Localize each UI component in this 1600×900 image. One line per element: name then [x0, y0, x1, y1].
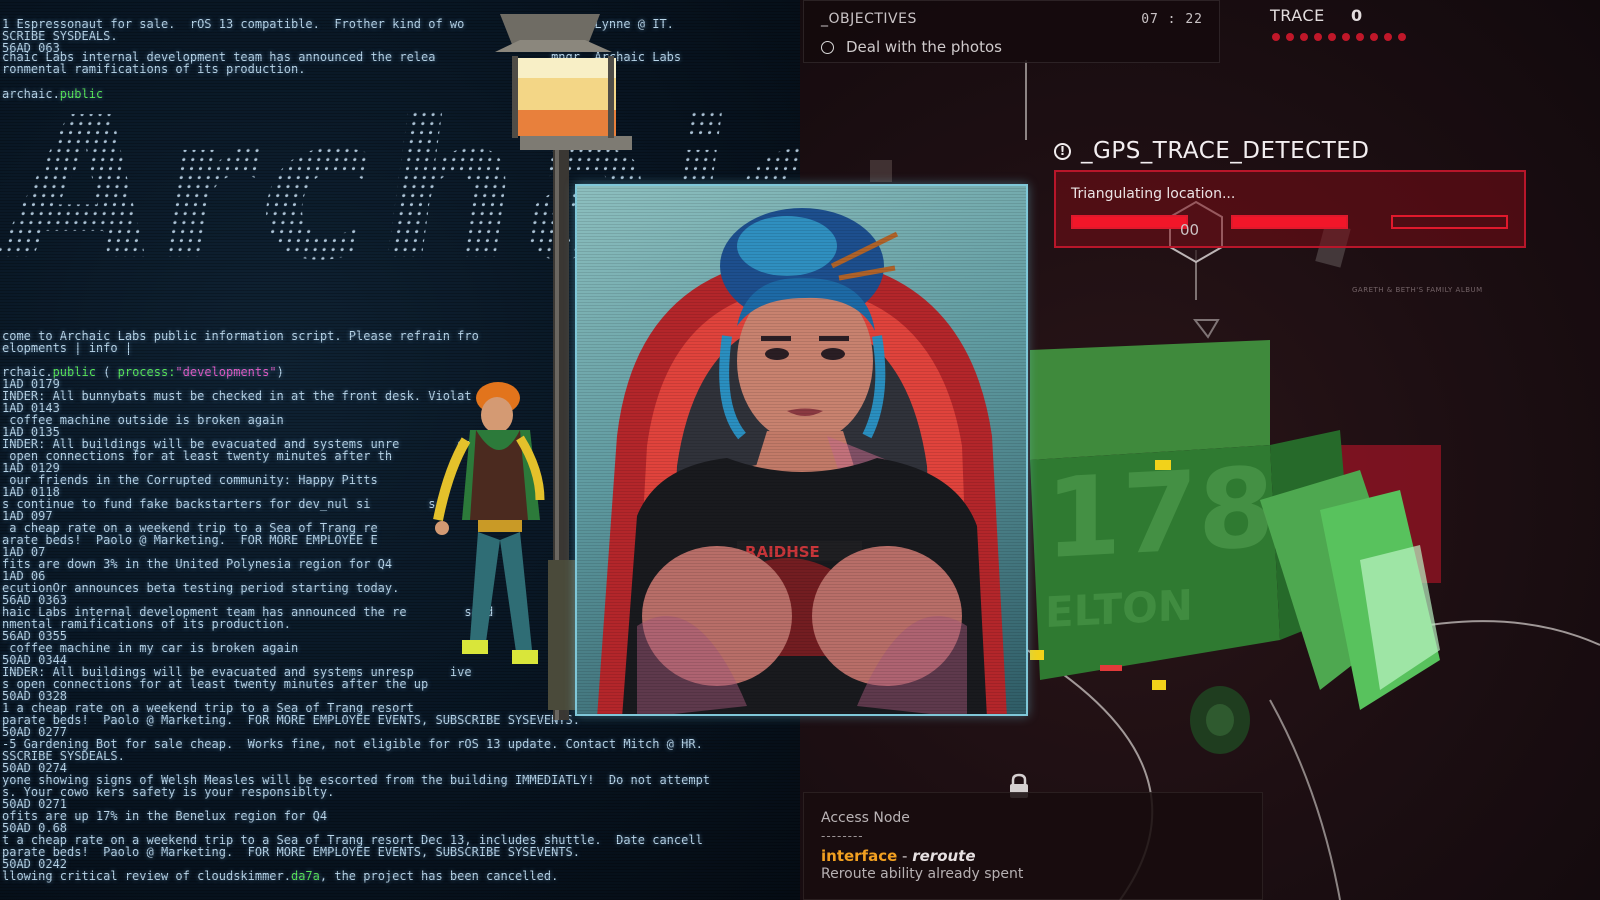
trace-progress-segment-1 [1071, 215, 1188, 229]
trace-label: TRACE [1270, 6, 1325, 25]
objective-incomplete-circle-icon [821, 40, 834, 54]
trace-pip [1398, 33, 1406, 41]
gps-status-text: Triangulating location... [1071, 186, 1236, 202]
terminal-line: INDER: All bunnybats must be checked in … [2, 389, 472, 403]
truck-text: ELTON [1045, 580, 1193, 637]
terminal-line: arate beds! Paolo @ Marketing. FOR MORE … [2, 533, 378, 547]
access-node-title: Access Node [821, 810, 910, 826]
objectives-panel: _OBJECTIVES 07 : 22 Deal with the photos [803, 0, 1220, 63]
trace-progress-segment-3 [1391, 215, 1508, 229]
trace-pip [1370, 33, 1378, 41]
warning-icon: ! [1054, 142, 1071, 160]
truck-number: 178 [1045, 443, 1275, 583]
family-album-label: GARETH & BETH'S FAMILY ALBUM [1352, 286, 1483, 294]
access-node-ability[interactable]: interface - reroute [821, 847, 976, 865]
shirt-text: RAIDHSE [745, 543, 820, 561]
terminal-line: s continue to fund fake backstarters for… [2, 497, 443, 511]
trace-progress-fill-1 [1073, 217, 1186, 227]
trace-pip [1356, 33, 1364, 41]
trace-value: 0 [1351, 6, 1363, 25]
trace-pip [1384, 33, 1392, 41]
trace-progress-segment-2 [1231, 215, 1348, 229]
access-node-divider: -------- [821, 829, 864, 843]
network-node-label[interactable]: 00 [1180, 221, 1199, 239]
trace-pip [1272, 33, 1280, 41]
ability-status-note: Reroute ability already spent [821, 866, 1024, 882]
gps-alert-box: Triangulating location... [1054, 170, 1526, 248]
objective-text: Deal with the photos [846, 38, 1002, 56]
terminal-line: archaic.public [2, 87, 104, 101]
gps-alert-header: ! _GPS_TRACE_DETECTED [1054, 136, 1526, 166]
trace-pip [1314, 33, 1322, 41]
gps-trace-alert: ! _GPS_TRACE_DETECTED Triangulating loca… [1054, 136, 1526, 248]
trace-pip [1328, 33, 1336, 41]
terminal-line: elopments | info | [2, 341, 133, 355]
objective-item: Deal with the photos [821, 38, 1002, 56]
access-node-panel: Access Node -------- interface - reroute… [803, 792, 1263, 900]
terminal-line: parate beds! Paolo @ Marketing. FOR MORE… [2, 845, 580, 859]
trace-progress-fill-2 [1233, 217, 1346, 227]
gps-alert-title: _GPS_TRACE_DETECTED [1081, 138, 1370, 164]
ability-separator: - [897, 847, 913, 865]
trace-pip [1342, 33, 1350, 41]
character-portrait: RAIDHSE [575, 184, 1028, 716]
terminal-line: llowing critical review of cloudskimmer.… [2, 869, 559, 883]
terminal-line: ronmental ramifications of its productio… [2, 62, 306, 76]
trace-pip [1286, 33, 1294, 41]
terminal-line: parate beds! Paolo @ Marketing. FOR MORE… [2, 713, 580, 727]
terminal-line: fits are down 3% in the United Polynesia… [2, 557, 393, 571]
ability-action[interactable]: reroute [912, 847, 975, 865]
ability-name[interactable]: interface [821, 847, 897, 865]
trace-pips [1272, 33, 1406, 41]
trace-pip [1300, 33, 1308, 41]
portrait-illustration: RAIDHSE [597, 208, 1007, 714]
mission-timer: 07 : 22 [1141, 12, 1203, 27]
objectives-title: _OBJECTIVES [821, 11, 917, 27]
terminal-line: open connections for at least twenty min… [2, 449, 393, 463]
